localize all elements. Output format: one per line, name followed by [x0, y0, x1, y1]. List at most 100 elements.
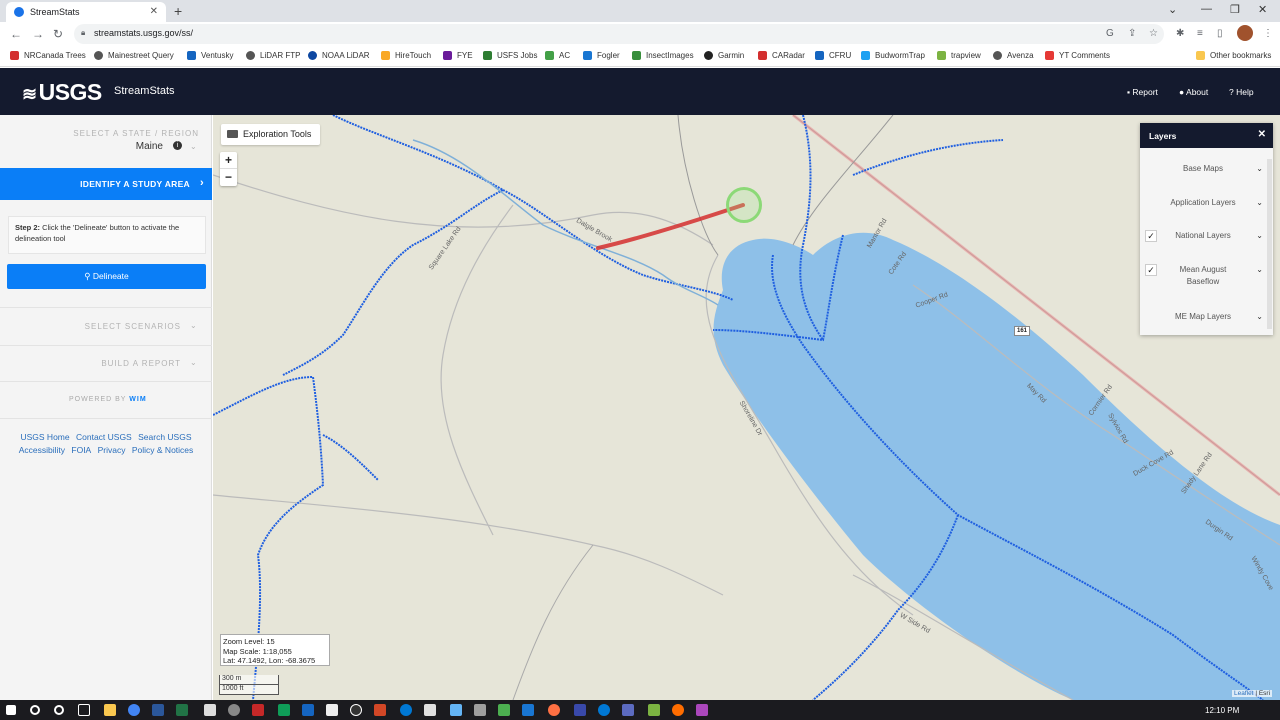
policy-notices-link[interactable]: Policy & Notices — [132, 445, 193, 455]
app-icon[interactable] — [648, 704, 660, 716]
accessibility-link[interactable]: Accessibility — [19, 445, 65, 455]
bookmark-item[interactable]: CFRU — [815, 51, 851, 60]
app-icon[interactable] — [278, 704, 290, 716]
layer-national[interactable]: ✓ National Layers ⌄ — [1140, 230, 1266, 242]
state-select[interactable]: Maine — [136, 141, 163, 152]
reload-icon[interactable]: ↻ — [53, 27, 63, 41]
about-link[interactable]: ● About — [1179, 87, 1208, 97]
bookmark-item[interactable]: NOAA LiDAR — [308, 51, 370, 60]
privacy-link[interactable]: Privacy — [98, 445, 126, 455]
app-icon[interactable] — [350, 704, 362, 716]
usgs-home-link[interactable]: USGS Home — [20, 432, 69, 442]
exploration-tools-button[interactable]: Exploration Tools — [221, 124, 320, 145]
zoom-in-button[interactable]: + — [220, 152, 237, 169]
side-panel-icon[interactable]: ▯ — [1217, 28, 1223, 39]
bookmark-item[interactable]: AC — [545, 51, 570, 60]
search-icon[interactable] — [30, 705, 40, 715]
bookmark-item[interactable]: Mainestreet Query — [94, 51, 174, 60]
acrobat-icon[interactable] — [252, 704, 264, 716]
close-icon[interactable]: ✕ — [1258, 129, 1266, 140]
cortana-icon[interactable] — [54, 705, 64, 715]
wim-link[interactable]: WIM — [129, 396, 146, 403]
bookmark-item[interactable]: USFS Jobs — [483, 51, 537, 60]
star-icon[interactable]: ☆ — [1149, 28, 1158, 39]
usgs-logo[interactable]: ≋USGS — [22, 79, 102, 106]
bookmark-item[interactable]: FYE — [443, 51, 473, 60]
app-icon[interactable] — [548, 704, 560, 716]
bookmark-item[interactable]: Avenza — [993, 51, 1034, 60]
bookmark-item[interactable]: Fogler — [583, 51, 620, 60]
leaflet-link[interactable]: Leaflet — [1234, 690, 1254, 697]
extensions-icon[interactable]: ✱ — [1176, 28, 1184, 39]
app-icon[interactable] — [474, 704, 486, 716]
layer-me-map[interactable]: ME Map Layers ⌄ — [1140, 311, 1266, 323]
chevron-down-icon[interactable]: ⌄ — [190, 142, 197, 151]
app-icon[interactable] — [522, 704, 534, 716]
bookmark-item[interactable]: InsectImages — [632, 51, 694, 60]
minimize-icon[interactable]: — — [1201, 3, 1212, 15]
delineate-button[interactable]: ⚲ Delineate — [7, 264, 206, 289]
new-tab-icon[interactable]: + — [174, 3, 182, 19]
bookmark-item[interactable]: Ventusky — [187, 51, 233, 60]
select-scenarios-button[interactable]: SELECT SCENARIOS — [85, 322, 181, 331]
restore-icon[interactable]: ❐ — [1230, 3, 1240, 16]
bookmark-item[interactable]: LiDAR FTP — [246, 51, 300, 60]
chevron-down-icon[interactable]: ⌄ — [190, 321, 197, 330]
help-link[interactable]: ? Help — [1229, 87, 1254, 97]
firefox-icon[interactable] — [672, 704, 684, 716]
report-link[interactable]: ▪ Report — [1127, 87, 1158, 97]
app-icon[interactable] — [424, 704, 436, 716]
forward-icon[interactable]: → — [32, 27, 44, 41]
tab-search-icon[interactable]: ⌄ — [1168, 3, 1177, 16]
layers-scrollbar[interactable] — [1267, 159, 1272, 329]
powerpoint-icon[interactable] — [374, 704, 386, 716]
zoom-out-button[interactable]: − — [220, 169, 237, 186]
app-icon[interactable] — [598, 704, 610, 716]
chrome-icon[interactable] — [128, 704, 140, 716]
layer-base-maps[interactable]: Base Maps ⌄ — [1140, 163, 1266, 175]
app-icon[interactable] — [228, 704, 240, 716]
teams-icon[interactable] — [622, 704, 634, 716]
menu-icon[interactable]: ⋮ — [1263, 28, 1273, 39]
info-icon[interactable]: i — [173, 141, 182, 150]
app-icon[interactable] — [326, 704, 338, 716]
layer-application[interactable]: Application Layers ⌄ — [1140, 197, 1266, 209]
bookmark-item[interactable]: NRCanada Trees — [10, 51, 86, 60]
checkbox[interactable]: ✓ — [1145, 264, 1157, 276]
app-icon[interactable] — [400, 704, 412, 716]
bookmark-item[interactable]: Garmin — [704, 51, 744, 60]
reading-list-icon[interactable]: ≡ — [1197, 28, 1203, 39]
profile-avatar[interactable] — [1237, 25, 1253, 41]
share-icon[interactable]: ⇪ — [1128, 28, 1136, 39]
app-icon[interactable] — [450, 704, 462, 716]
bookmark-item[interactable]: BudwormTrap — [861, 51, 925, 60]
chevron-down-icon[interactable]: ⌄ — [190, 358, 197, 367]
bookmark-item[interactable]: HireTouch — [381, 51, 431, 60]
foia-link[interactable]: FOIA — [71, 445, 91, 455]
other-bookmarks[interactable]: Other bookmarks — [1196, 51, 1271, 60]
app-icon[interactable] — [498, 704, 510, 716]
bookmark-item[interactable]: CARadar — [758, 51, 805, 60]
word-icon[interactable] — [152, 704, 164, 716]
back-icon[interactable]: ← — [10, 27, 22, 41]
file-explorer-icon[interactable] — [104, 704, 116, 716]
layer-mean-august-baseflow[interactable]: ✓ Mean August Baseflow ⌄ — [1140, 264, 1266, 288]
address-bar[interactable]: 🔒︎ streamstats.usgs.gov/ss/ — [74, 24, 1164, 44]
contact-usgs-link[interactable]: Contact USGS — [76, 432, 132, 442]
clock[interactable]: 12:10 PM — [1205, 706, 1239, 715]
google-icon[interactable]: G — [1106, 28, 1114, 39]
close-window-icon[interactable]: ✕ — [1258, 3, 1267, 16]
identify-study-area-button[interactable]: IDENTIFY A STUDY AREA › — [0, 168, 212, 200]
app-icon[interactable] — [574, 704, 586, 716]
app-icon[interactable] — [696, 704, 708, 716]
app-icon[interactable] — [302, 704, 314, 716]
close-tab-icon[interactable]: ✕ — [150, 6, 158, 17]
bookmark-item[interactable]: trapview — [937, 51, 981, 60]
build-report-button[interactable]: BUILD A REPORT — [101, 359, 181, 368]
excel-icon[interactable] — [176, 704, 188, 716]
search-usgs-link[interactable]: Search USGS — [138, 432, 191, 442]
checkbox[interactable]: ✓ — [1145, 230, 1157, 242]
notepad-icon[interactable] — [204, 704, 216, 716]
browser-tab[interactable]: StreamStats ✕ — [6, 2, 166, 22]
bookmark-item[interactable]: YT Comments — [1045, 51, 1110, 60]
